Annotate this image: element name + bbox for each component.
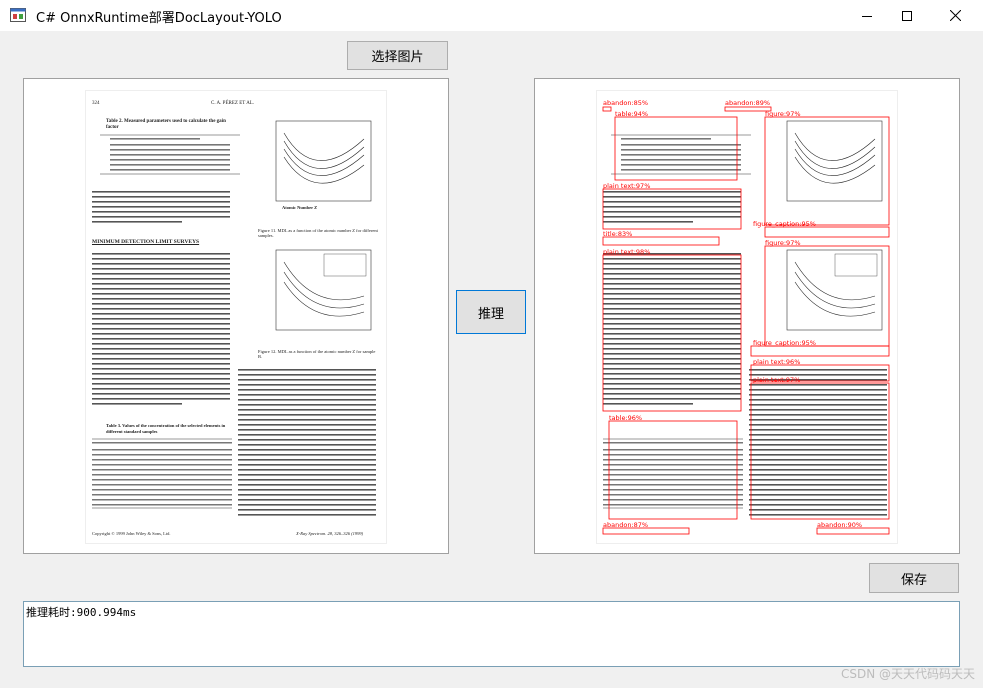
det-box-5 [764, 226, 890, 238]
det-box-4 [602, 188, 742, 230]
table2-body [100, 134, 240, 175]
det-box-2 [614, 116, 738, 181]
det-label-1: abandon:89% [725, 99, 770, 107]
det-box-12 [608, 420, 738, 520]
maximize-icon [902, 10, 912, 21]
inference-log-textbox[interactable]: 推理耗时:900.994ms [23, 601, 960, 667]
paragraph-1 [92, 191, 230, 223]
close-button[interactable] [932, 0, 978, 31]
figure-12-caption: Figure 12. MDL as a function of the atom… [258, 349, 376, 359]
running-head: C. A. PÉREZ ET AL. [211, 101, 255, 106]
infer-button[interactable]: 推理 [456, 290, 526, 334]
det-label-12: table:96% [609, 414, 642, 422]
document-page: 324 C. A. PÉREZ ET AL. Table 2. Measured… [86, 91, 386, 543]
det-label-0: abandon:85% [603, 99, 648, 107]
save-button[interactable]: 保存 [869, 563, 959, 593]
det-box-3 [764, 116, 890, 226]
det-label-10: plain text:96% [753, 358, 800, 366]
det-box-9 [750, 345, 890, 357]
footer-right: X-Ray Spectrom. 28, 326–326 (1999) [296, 531, 364, 536]
table2-title: Table 2. Measured parameters used to cal… [106, 119, 226, 130]
det-label-8: plain text:98% [603, 248, 650, 256]
section-heading: MINIMUM DETECTION LIMIT SURVEYS [92, 239, 200, 245]
det-label-9: figure_caption:95% [753, 339, 816, 347]
det-label-14: abandon:90% [817, 521, 862, 529]
app-icon [10, 8, 26, 22]
select-image-button[interactable]: 选择图片 [347, 41, 448, 70]
close-icon [949, 10, 961, 21]
det-label-6: title:83% [603, 230, 632, 238]
det-label-13: abandon:87% [603, 521, 648, 529]
footer-left: Copyright © 1999 John Wiley & Sons, Ltd. [92, 531, 171, 536]
det-box-0 [602, 106, 612, 112]
figure-12-chart [275, 249, 372, 331]
result-document-page: abandon:85% abandon:89% table:94% figure… [597, 91, 897, 543]
window-title: C# OnnxRuntime部署DocLayout-YOLO [36, 11, 282, 26]
table3-body [92, 438, 232, 509]
det-label-5: figure_caption:95% [753, 220, 816, 228]
det-box-6 [602, 236, 720, 246]
maximize-button[interactable] [884, 0, 930, 31]
page-number: 324 [92, 101, 100, 106]
inference-time-text: 推理耗时:900.994ms [26, 606, 137, 619]
det-label-11: plain text:97% [753, 376, 800, 384]
det-label-7: figure:97% [765, 239, 801, 247]
det-label-4: plain text:97% [603, 182, 650, 190]
paragraph-3 [238, 369, 376, 516]
det-label-3: figure:97% [765, 110, 801, 118]
title-bar: C# OnnxRuntime部署DocLayout-YOLO [0, 0, 983, 31]
det-box-7 [764, 245, 890, 347]
result-image-box: abandon:85% abandon:89% table:94% figure… [534, 78, 960, 554]
det-box-8 [602, 254, 742, 412]
source-image-box: 324 C. A. PÉREZ ET AL. Table 2. Measured… [23, 78, 449, 554]
watermark: CSDN @天天代码码天天 [840, 667, 975, 681]
paragraph-2 [92, 253, 230, 405]
figure-11-caption: Figure 11. MDL as a function of the atom… [258, 228, 378, 238]
detection-overlay: abandon:85% abandon:89% table:94% figure… [602, 99, 890, 535]
det-box-11 [750, 382, 890, 520]
minimize-icon [862, 15, 872, 17]
table3-title: Table 3. Values of the concentration of … [106, 423, 226, 434]
det-label-2: table:94% [615, 110, 648, 118]
figure-11-xlabel: Atomic Number Z [282, 205, 318, 210]
